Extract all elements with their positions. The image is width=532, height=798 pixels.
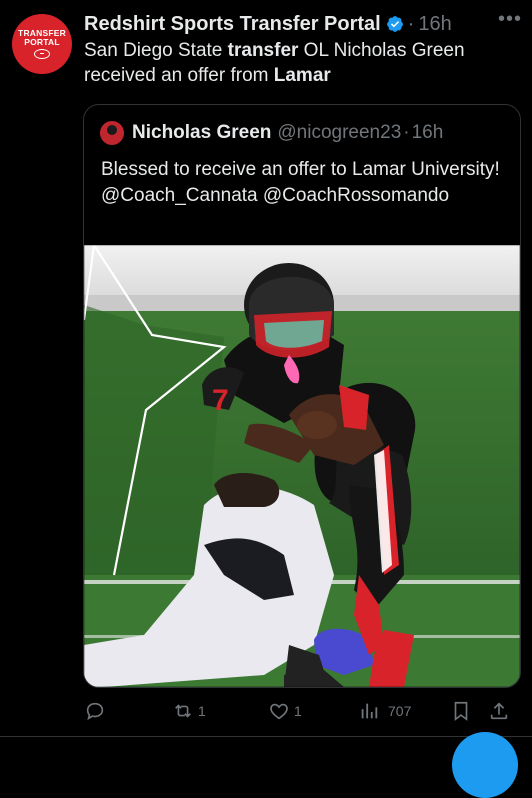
football-photo[interactable]: 7 — [84, 245, 520, 687]
quoted-text: Blessed to receive an offer to Lamar Uni… — [101, 159, 500, 206]
quoted-tweet[interactable]: Nicholas Green @nicogreen23 · 16h Blesse… — [83, 104, 521, 688]
separator-dot: · — [403, 122, 410, 143]
views-icon — [361, 703, 378, 719]
more-options-icon[interactable]: ••• — [498, 8, 522, 31]
separator-dot: · — [407, 12, 415, 35]
views-button[interactable]: 707 — [358, 690, 411, 732]
retweet-count: 1 — [198, 703, 206, 719]
bookmark-button[interactable] — [450, 690, 472, 732]
quoted-tweet-header: Nicholas Green @nicogreen23 · 16h — [100, 119, 443, 147]
quoted-avatar[interactable] — [100, 121, 124, 145]
action-bar: 1 1 707 — [0, 690, 532, 732]
quoted-time[interactable]: 16h — [412, 122, 444, 144]
tweet-text-bold: transfer — [227, 40, 299, 61]
verified-badge-icon — [386, 16, 403, 32]
tweet-text-bold: Lamar — [273, 65, 331, 86]
compose-fab-button[interactable] — [452, 732, 518, 798]
share-icon — [490, 702, 508, 720]
tweet-text: San Diego State transfer OL Nicholas Gre… — [84, 38, 514, 88]
account-avatar[interactable]: TRANSFER PORTAL — [12, 14, 72, 74]
retweet-icon — [175, 704, 191, 718]
like-button[interactable]: 1 — [268, 690, 302, 732]
avatar-text-line2: PORTAL — [24, 36, 60, 47]
retweet-button[interactable]: 1 — [172, 690, 206, 732]
share-button[interactable] — [488, 690, 510, 732]
divider — [0, 736, 532, 737]
views-count: 707 — [388, 703, 412, 719]
tweet-text-part: San Diego State — [84, 40, 228, 61]
bookmark-icon — [454, 701, 468, 721]
quoted-handle[interactable]: @nicogreen23 — [277, 122, 401, 144]
tweet-time[interactable]: 16h — [418, 13, 451, 36]
reply-button[interactable] — [84, 690, 106, 732]
tweet-header: Redshirt Sports Transfer Portal · 16h — [84, 10, 512, 38]
football-icon — [34, 49, 50, 60]
jersey-number: 7 — [212, 384, 229, 417]
account-name[interactable]: Redshirt Sports Transfer Portal — [84, 13, 381, 36]
like-count: 1 — [294, 703, 302, 719]
quoted-name[interactable]: Nicholas Green — [132, 122, 271, 144]
heart-icon — [270, 703, 288, 720]
reply-icon — [86, 702, 104, 721]
